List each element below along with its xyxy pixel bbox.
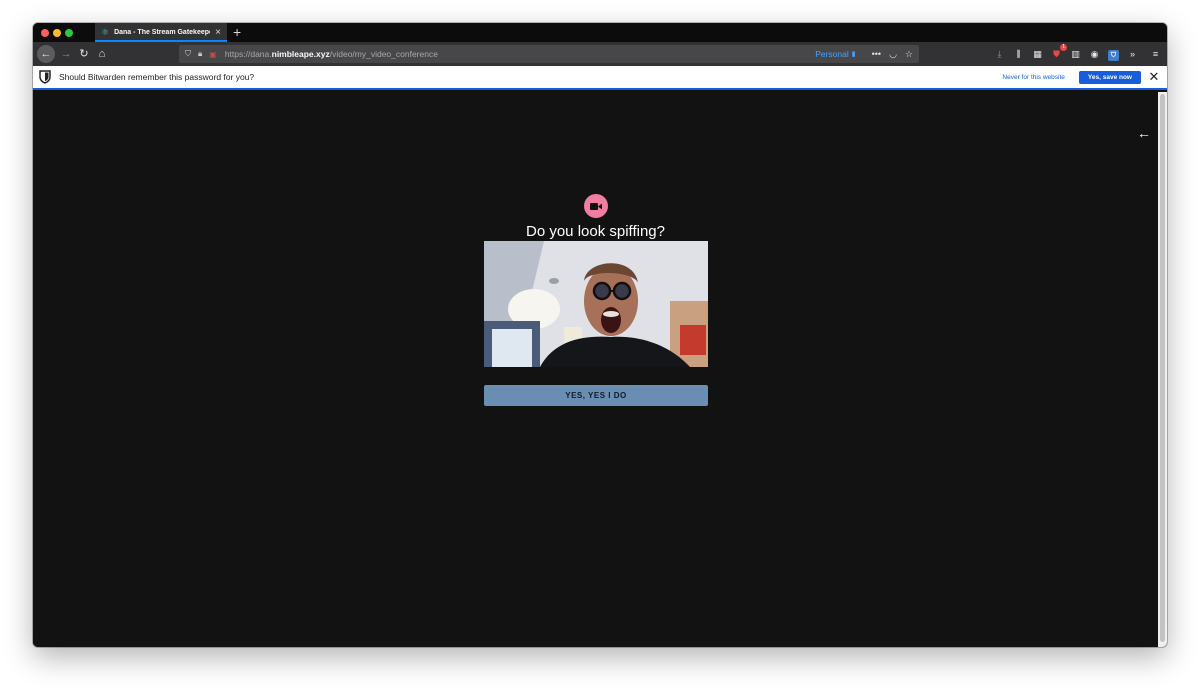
- bitwarden-icon[interactable]: ⛉: [1108, 49, 1119, 61]
- extension-grid-icon[interactable]: ▦: [1032, 46, 1043, 62]
- never-for-website-link[interactable]: Never for this website: [1002, 74, 1065, 81]
- home-button[interactable]: ⌂: [95, 46, 109, 62]
- notification-message: Should Bitwarden remember this password …: [59, 72, 255, 82]
- library-icon[interactable]: ⫼: [1013, 46, 1024, 62]
- overflow-chevron-icon[interactable]: »: [1127, 46, 1138, 62]
- video-camera-icon: [590, 202, 602, 210]
- close-icon[interactable]: ✕: [1147, 69, 1161, 85]
- container-label[interactable]: Personal ▮: [815, 49, 855, 59]
- reload-button[interactable]: ↻: [77, 46, 91, 62]
- webcam-preview: [484, 241, 708, 367]
- bitwarden-notification-bar: Should Bitwarden remember this password …: [33, 66, 1167, 90]
- close-window-button[interactable]: [41, 29, 49, 37]
- camera-permission-icon[interactable]: ▣: [209, 50, 217, 59]
- tracking-shield-icon[interactable]: ⛉: [185, 49, 191, 59]
- webcam-frame: [484, 241, 708, 367]
- url-text[interactable]: https://dana.nimbleape.xyz/video/my_vide…: [225, 49, 438, 59]
- downloads-icon[interactable]: ⤓: [994, 46, 1005, 62]
- close-tab-icon[interactable]: ×: [215, 27, 221, 38]
- page-content: ← Do you look spiffing? YES, YES I DO: [33, 92, 1158, 647]
- save-password-button[interactable]: Yes, save now: [1078, 70, 1141, 84]
- forward-button[interactable]: →: [59, 46, 73, 62]
- zoom-window-button[interactable]: [65, 29, 73, 37]
- atom-icon: ⚛: [101, 27, 110, 37]
- back-button[interactable]: ←: [37, 45, 55, 63]
- notification-badge: 1: [1060, 44, 1067, 51]
- video-camera-badge: [584, 194, 608, 218]
- page-title: Do you look spiffing?: [526, 223, 665, 240]
- container-briefcase-icon: ▮: [851, 51, 856, 58]
- page-actions-icon[interactable]: •••: [872, 49, 881, 60]
- browser-window: ⚛ Dana - The Stream Gatekeeper × + ← → ↻…: [33, 23, 1167, 647]
- back-arrow-icon[interactable]: ←: [1137, 126, 1151, 140]
- page-scrollbar[interactable]: [1158, 92, 1167, 647]
- lock-icon[interactable]: 🔒︎: [198, 49, 202, 59]
- tab-title: Dana - The Stream Gatekeeper: [114, 29, 211, 36]
- pocket-icon[interactable]: ◡: [889, 49, 897, 60]
- minimize-window-button[interactable]: [53, 29, 61, 37]
- bookmark-star-icon[interactable]: ☆: [905, 49, 913, 60]
- new-tab-button[interactable]: +: [233, 24, 241, 40]
- navigation-toolbar: ← → ↻ ⌂ ⛉ 🔒︎ ▣ https://dana.nimbleape.xy…: [33, 42, 1167, 66]
- scrollbar-thumb[interactable]: [1160, 94, 1165, 642]
- bitwarden-shield-icon: [39, 70, 51, 84]
- tab-strip: ⚛ Dana - The Stream Gatekeeper × +: [33, 23, 1167, 42]
- confirm-looks-button[interactable]: YES, YES I DO: [484, 385, 708, 406]
- ublock-icon[interactable]: ⛊ 1: [1051, 44, 1067, 62]
- tab-active[interactable]: ⚛ Dana - The Stream Gatekeeper ×: [95, 23, 227, 42]
- menu-icon[interactable]: ≡: [1150, 46, 1161, 62]
- columns-icon[interactable]: ▥: [1070, 46, 1081, 62]
- vpn-icon[interactable]: ◉: [1089, 46, 1100, 62]
- url-bar[interactable]: ⛉ 🔒︎ ▣ https://dana.nimbleape.xyz/video/…: [179, 45, 919, 63]
